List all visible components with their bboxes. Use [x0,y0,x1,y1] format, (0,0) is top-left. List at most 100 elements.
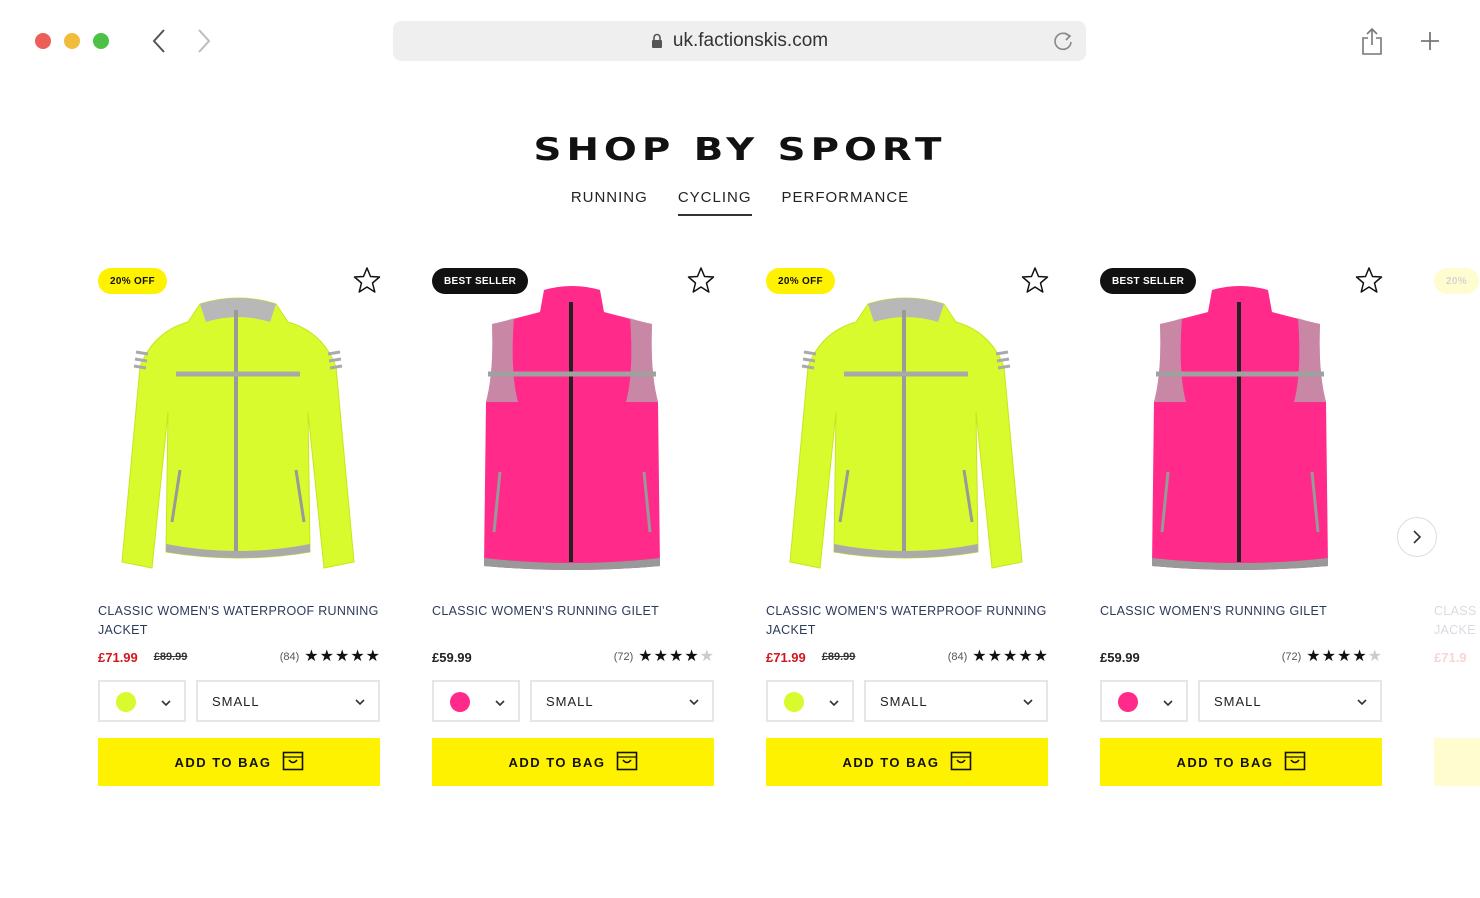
tab-performance[interactable]: PERFORMANCE [782,189,910,216]
tab-cycling[interactable]: CYCLING [677,189,752,216]
url-text: uk.factionskis.com [672,30,829,51]
section-title: SHOP BY SPORT [533,132,947,168]
star-icon: ★ [334,648,350,665]
review-count: (84) [947,651,968,663]
chevron-down-icon [688,696,700,708]
size-select[interactable]: SMALL [1198,680,1382,722]
back-button[interactable] [145,26,173,56]
color-select[interactable] [766,680,854,722]
star-icon: ★ [1352,648,1367,665]
current-price: £71.99 [766,649,806,665]
zoom-window-button[interactable] [93,33,109,49]
current-price: £71.99 [98,649,138,665]
size-select[interactable]: SMALL [530,680,714,722]
color-select[interactable] [98,680,186,722]
size-select[interactable]: SMALL [864,680,1048,722]
add-to-bag-button-partial[interactable] [1434,738,1480,786]
product-card[interactable]: BEST SELLER CLASSIC WOMEN'S RUNNING GILE… [432,262,715,792]
star-icon: ★ [987,648,1002,665]
chevron-right-icon [198,29,211,53]
reload-icon[interactable] [1052,30,1074,52]
chevron-down-icon [354,696,366,708]
product-image[interactable] [1120,282,1360,582]
price-row: £59.99 (72) ★ ★ ★ ★ ★ [432,648,714,666]
price-row: £59.99 (72) ★ ★ ★ ★ ★ [1100,648,1382,666]
star-icon: ★ [684,648,699,665]
product-name[interactable]: CLASSIC WOMEN'S RUNNING GILET [432,602,714,621]
current-price: £59.99 [1100,649,1140,665]
star-icon: ★ [638,648,653,665]
current-price: £59.99 [432,649,472,665]
size-value: SMALL [546,693,594,709]
forward-button[interactable] [190,26,218,56]
minimize-window-button[interactable] [64,33,80,49]
product-card[interactable]: BEST SELLER CLASSIC WOMEN'S RUNNING GILE… [1100,262,1383,792]
star-icon: ★ [699,648,714,665]
rating[interactable]: (84) ★ ★ ★ ★ ★ [280,649,380,665]
star-icon: ★ [1321,648,1336,665]
add-to-bag-label: ADD TO BAG [1176,754,1274,770]
star-icon: ★ [350,648,365,665]
close-window-button[interactable] [35,33,51,49]
add-to-bag-label: ADD TO BAG [508,754,606,770]
bag-icon [1284,751,1306,774]
review-count: (72) [1281,651,1302,663]
product-image[interactable] [786,282,1026,582]
share-icon[interactable] [1358,26,1386,56]
chevron-down-icon [1022,696,1034,708]
star-icon: ★ [1336,648,1352,665]
color-swatch [784,692,804,712]
star-icon: ★ [668,648,684,665]
rating[interactable]: (72) ★ ★ ★ ★ ★ [614,649,714,665]
tab-running[interactable]: RUNNING [571,189,648,216]
price-row: £71.99 £89.99 (84) ★ ★ ★ ★ ★ [766,648,1048,666]
product-name[interactable]: CLASSIC WOMEN'S WATERPROOF RUNNING JACKE… [98,602,380,640]
add-to-bag-button[interactable]: ADD TO BAG [766,738,1048,786]
original-price: £89.99 [153,651,188,663]
star-icon: ★ [1002,648,1018,665]
chevron-down-icon [828,696,840,708]
product-name[interactable]: CLASSIC WOMEN'S WATERPROOF RUNNING JACKE… [766,602,1048,640]
current-price: £71.9 [1434,649,1467,665]
chevron-left-icon [152,29,165,53]
bag-icon [282,751,304,774]
chevron-down-icon [1356,696,1368,708]
add-to-bag-label: ADD TO BAG [174,754,272,770]
add-to-bag-button[interactable]: ADD TO BAG [432,738,714,786]
product-name[interactable]: CLASSIC WOMEN'S RUNNING GILET [1100,602,1382,621]
address-bar[interactable]: uk.factionskis.com [393,21,1086,61]
product-card[interactable]: 20% OFF CLASSIC WOMEN'S WATERPROOF RUNNI… [766,262,1049,792]
size-select[interactable]: SMALL [196,680,380,722]
color-swatch [1118,692,1138,712]
rating[interactable]: (84) ★ ★ ★ ★ ★ [948,649,1048,665]
browser-toolbar: uk.factionskis.com [0,0,1480,82]
add-to-bag-label: ADD TO BAG [842,754,940,770]
original-price: £89.99 [821,651,856,663]
new-tab-icon[interactable] [1416,26,1444,56]
size-value: SMALL [212,693,260,709]
size-value: SMALL [880,693,928,709]
chevron-down-icon [494,696,506,708]
star-icon: ★ [1018,648,1033,665]
star-icon: ★ [1367,648,1382,665]
bag-icon [616,751,638,774]
add-to-bag-button[interactable]: ADD TO BAG [1100,738,1382,786]
price-row: £71.9 [1434,648,1474,666]
star-icon: ★ [319,648,334,665]
product-image[interactable] [452,282,692,582]
review-count: (84) [279,651,300,663]
star-icon: ★ [1306,648,1321,665]
color-select[interactable] [432,680,520,722]
star-icon: ★ [653,648,668,665]
color-select[interactable] [1100,680,1188,722]
carousel-next-button[interactable] [1397,517,1437,557]
add-to-bag-button[interactable]: ADD TO BAG [98,738,380,786]
chevron-down-icon [1162,696,1174,708]
sport-tabs: RUNNING CYCLING PERFORMANCE [0,189,1480,216]
product-card[interactable]: 20% OFF CLASSIC WOMEN'S WATERPROOF RUNNI… [98,262,381,792]
product-image[interactable] [118,282,358,582]
product-card-partial[interactable]: 20% CLASS JACKE £71.9 [1434,262,1480,792]
color-swatch [450,692,470,712]
product-name[interactable]: CLASS JACKE [1434,602,1476,640]
rating[interactable]: (72) ★ ★ ★ ★ ★ [1282,649,1382,665]
